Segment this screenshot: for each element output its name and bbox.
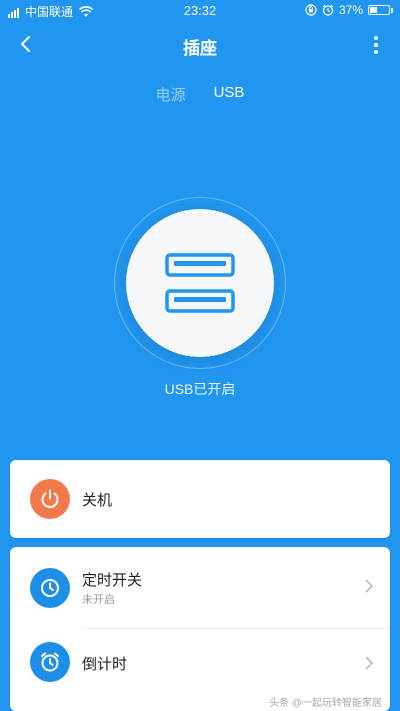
tab-usb[interactable]: USB — [214, 84, 245, 105]
power-off-label: 关机 — [82, 492, 113, 509]
alarm-icon — [322, 4, 334, 16]
clock-icon — [30, 568, 70, 608]
timer-switch-label: 定时开关 — [82, 572, 143, 589]
timer-switch-status: 未开启 — [82, 594, 115, 606]
status-right: 37% — [305, 3, 393, 17]
battery-percent: 37% — [338, 3, 363, 17]
power-icon — [30, 479, 70, 519]
alarm-clock-icon — [30, 642, 70, 682]
page-title: 插座 — [183, 39, 217, 58]
chevron-right-icon — [365, 579, 374, 593]
mode-tabs: 电源 USB — [0, 84, 400, 105]
usb-port-icon — [165, 253, 235, 313]
usb-toggle-button[interactable] — [126, 209, 274, 357]
app-header: 插座 — [0, 22, 400, 68]
rotation-lock-icon — [305, 4, 317, 16]
chevron-right-icon — [365, 656, 374, 670]
power-off-card[interactable]: 关机 — [10, 460, 390, 538]
status-bar: 中国联通 23:32 37% — [0, 0, 400, 22]
tab-power[interactable]: 电源 — [156, 84, 186, 105]
schedule-card: 定时开关 未开启 倒计时 头条 @一起玩转智能家居 — [10, 547, 390, 711]
timer-switch-row[interactable]: 定时开关 未开启 — [10, 547, 390, 627]
battery-fill — [370, 7, 377, 13]
countdown-label: 倒计时 — [82, 656, 128, 673]
more-options-icon[interactable] — [368, 34, 384, 56]
usb-status-text: USB已开启 — [164, 381, 236, 397]
battery-icon — [368, 5, 393, 15]
power-off-row[interactable]: 关机 — [10, 460, 390, 538]
watermark: 头条 @一起玩转智能家居 — [269, 698, 382, 709]
